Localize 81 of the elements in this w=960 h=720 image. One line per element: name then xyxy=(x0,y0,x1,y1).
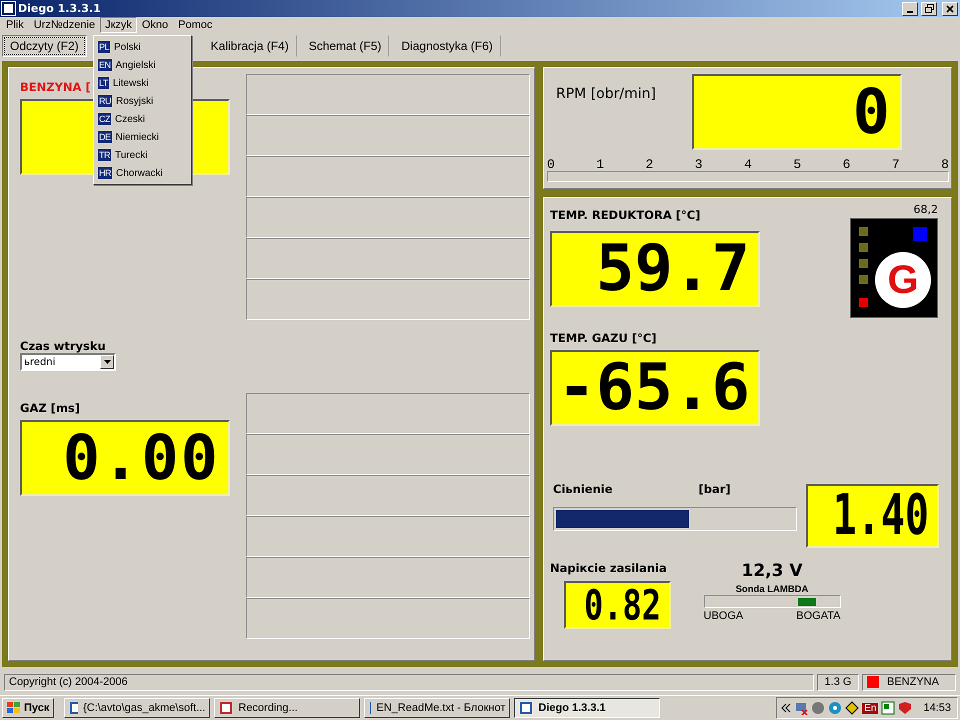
scale-label: 7 xyxy=(892,158,900,171)
disc-icon[interactable] xyxy=(828,701,842,715)
app-icon xyxy=(2,2,15,15)
language-code-badge: LT xyxy=(98,77,109,89)
language-code-badge: CZ xyxy=(98,113,111,125)
tab[interactable]: Odczyty (F2) xyxy=(2,35,87,57)
pressure-unit: [bar] xyxy=(698,482,731,496)
language-indicator[interactable]: En xyxy=(862,702,878,714)
minimize-button[interactable] xyxy=(902,2,918,16)
pressure-display: 1.40 xyxy=(806,484,939,548)
menu-item[interactable]: PL Polski xyxy=(94,38,191,56)
scale-label: 2 xyxy=(646,158,654,171)
menu-item[interactable]: LT Litewski xyxy=(94,74,191,92)
taskbar-button[interactable]: EN_ReadMe.txt - Блокнот xyxy=(364,698,510,718)
injection-label: Czas wtrysku xyxy=(20,339,107,353)
shield-icon[interactable] xyxy=(845,701,860,715)
taskbar-button[interactable]: Recording... xyxy=(214,698,360,718)
mode-indicator xyxy=(867,676,879,688)
windows-logo-icon xyxy=(7,702,21,714)
scale-label: 1 xyxy=(596,158,604,171)
restore-icon xyxy=(924,4,934,13)
start-button[interactable]: Пуск xyxy=(2,698,54,718)
rich-label: BOGATA xyxy=(796,610,840,622)
clock: 14:53 xyxy=(923,702,951,714)
menu-item[interactable]: Plik xyxy=(1,17,29,33)
menu-item[interactable]: TR Turecki xyxy=(94,146,191,164)
language-code-badge: EN xyxy=(98,59,112,71)
menu-item[interactable]: CZ Czeski xyxy=(94,110,191,128)
indicator-reading: 68,2 xyxy=(914,203,938,216)
taskbar-button[interactable]: {C:\avto\gas_akme\soft... xyxy=(64,698,210,718)
voltage-reading: 12,3 V xyxy=(741,561,803,581)
fuel-label: BENZYNA [ xyxy=(20,80,91,94)
pressure-label: Ciьnienie xyxy=(553,482,613,496)
lambda-label: Sonda LAMBDA xyxy=(736,584,808,595)
menu-item[interactable]: DE Niemiecki xyxy=(94,128,191,146)
speaker-icon[interactable] xyxy=(811,701,826,715)
gas-label: GAZ [ms] xyxy=(20,401,82,415)
language-code-badge: RU xyxy=(98,95,112,107)
antivirus-icon[interactable] xyxy=(898,701,912,715)
menu-item[interactable]: HR Chorwacki xyxy=(94,164,191,182)
menu-item[interactable]: RU Rosyjski xyxy=(94,92,191,110)
dropdown-arrow-icon xyxy=(104,360,110,364)
reducer-temp-label: TEMP. REDUKTORA [°C] xyxy=(550,208,702,222)
status-square xyxy=(913,227,927,241)
scale-label: 3 xyxy=(694,158,703,171)
lean-label: UBOGA xyxy=(704,610,744,622)
copyright-text: Copyright (c) 2004-2006 xyxy=(4,674,814,690)
rpm-label: RPM [obr/min] xyxy=(556,86,656,104)
gas-temp-display: -65.6 xyxy=(550,350,760,426)
menu-item[interactable]: Okno xyxy=(136,17,174,33)
supply-label: Napiкcie zasilania xyxy=(550,561,668,575)
close-button[interactable] xyxy=(942,2,958,16)
scale-label: 8 xyxy=(941,158,949,171)
rpm-display: 0 xyxy=(692,74,902,150)
minimize-icon xyxy=(907,10,913,12)
gas-temp-label: TEMP. GAZU [°C] xyxy=(550,331,658,345)
scale-label: 6 xyxy=(842,158,850,171)
menu-item[interactable]: EN Angielski xyxy=(94,56,191,74)
scale-label: 4 xyxy=(744,158,752,171)
expand-icon[interactable] xyxy=(781,703,792,713)
mode-text: BENZYNA xyxy=(887,676,939,688)
menu-item[interactable]: Pomoc xyxy=(173,17,218,33)
menu-item[interactable]: Jкzyk xyxy=(100,17,137,33)
injection-dropdown[interactable]: ьredni xyxy=(20,353,116,371)
window-title: Diego 1.3.3.1 xyxy=(18,2,101,15)
reducer-temp-display: 59.7 xyxy=(550,231,760,307)
restore-button[interactable] xyxy=(921,2,937,16)
language-code-badge: PL xyxy=(98,41,110,53)
scale-label: 5 xyxy=(793,158,802,171)
language-code-badge: DE xyxy=(98,131,112,143)
close-icon xyxy=(946,4,954,12)
language-code-badge: HR xyxy=(98,167,112,179)
language-code-badge: TR xyxy=(98,149,111,161)
gas-badge: G xyxy=(875,252,931,308)
menu-item[interactable]: Urz№dzenie xyxy=(28,17,100,33)
scale-label: 0 xyxy=(547,158,555,171)
taskbar-button[interactable]: Diego 1.3.3.1 xyxy=(514,698,660,718)
gas-display: 0.00 xyxy=(20,420,230,496)
version-text: 1.3 G xyxy=(817,674,859,690)
monitor-icon[interactable] xyxy=(881,701,896,715)
supply-display: 0.82 xyxy=(564,581,671,629)
